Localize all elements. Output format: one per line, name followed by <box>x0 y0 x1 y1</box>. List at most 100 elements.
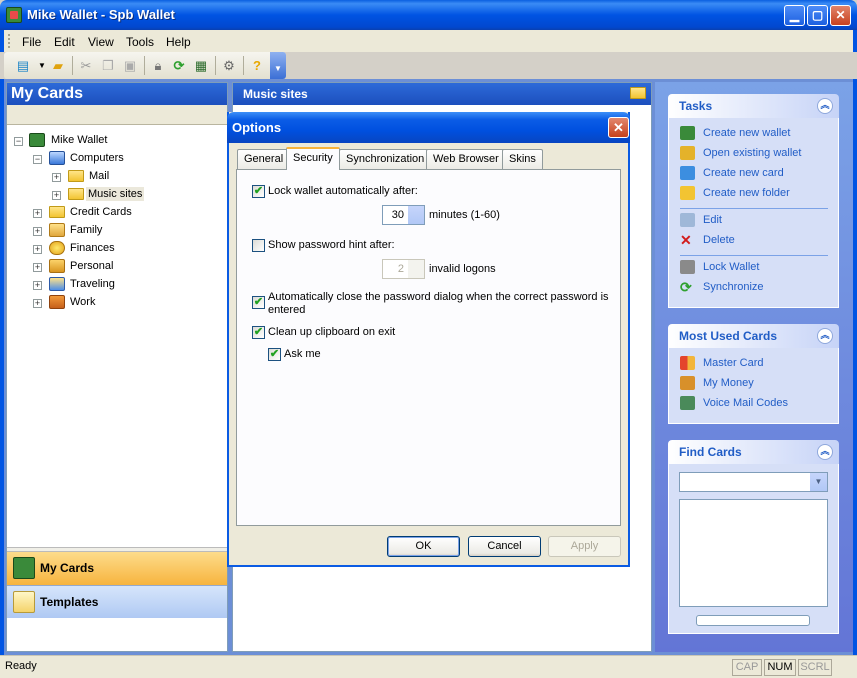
toolbar-separator <box>144 56 145 75</box>
lock-minutes-unit: minutes (1-60) <box>429 209 500 221</box>
menu-help[interactable]: Help <box>166 35 191 49</box>
edit-icon <box>680 213 695 227</box>
task-open-existing-wallet[interactable]: Open existing wallet <box>680 146 801 164</box>
collapse-chevron-icon[interactable]: ︽ <box>817 328 833 344</box>
expand-icon[interactable]: + <box>33 245 42 254</box>
collapse-icon[interactable]: − <box>14 137 23 146</box>
help-icon[interactable]: ? <box>248 57 266 75</box>
expand-icon[interactable]: + <box>33 227 42 236</box>
menu-edit[interactable]: Edit <box>54 35 75 49</box>
tree-item-mike-wallet[interactable]: Mike Wallet <box>49 133 109 147</box>
tab-synchronization[interactable]: Synchronization <box>339 149 432 169</box>
most-used-my-money[interactable]: My Money <box>680 376 754 394</box>
apply-button[interactable]: Apply <box>548 536 621 557</box>
status-text: Ready <box>5 660 37 672</box>
expand-icon[interactable]: + <box>52 173 61 182</box>
tab-security[interactable]: Security <box>286 147 340 170</box>
task-create-new-card[interactable]: Create new card <box>680 166 784 184</box>
find-button[interactable] <box>696 615 810 626</box>
open-folder-icon[interactable]: ▰ <box>49 57 67 75</box>
task-create-new-wallet[interactable]: Create new wallet <box>680 126 790 144</box>
tree-item-traveling[interactable]: Traveling <box>68 277 117 291</box>
expand-icon[interactable]: + <box>52 191 61 200</box>
autoclose-label: Automatically close the password dialog … <box>268 291 609 316</box>
ok-button[interactable]: OK <box>387 536 460 557</box>
find-cards-text-area[interactable] <box>679 499 828 607</box>
lock-auto-checkbox[interactable]: ✔ <box>252 185 265 198</box>
find-cards-header[interactable]: Find Cards ︽ <box>668 440 839 464</box>
nav-templates[interactable]: Templates <box>7 585 227 618</box>
tree-item-family[interactable]: Family <box>68 223 104 237</box>
ask-me-checkbox[interactable]: ✔ <box>268 348 281 361</box>
find-cards-title: Find Cards <box>679 445 742 459</box>
task-create-new-folder[interactable]: Create new folder <box>680 186 790 204</box>
find-cards-box: ▼ <box>668 464 839 634</box>
task-lock-wallet[interactable]: Lock Wallet <box>680 260 759 278</box>
lock-icon[interactable]: 🔒︎ <box>149 57 167 75</box>
spinner-arrows-icon[interactable] <box>407 206 424 224</box>
copy-icon[interactable]: ❐ <box>99 57 117 75</box>
tree-item-mail[interactable]: Mail <box>87 169 111 183</box>
open-folder-icon <box>680 146 695 160</box>
spinner-arrows-icon[interactable] <box>407 260 424 278</box>
wallet-app-icon <box>6 7 22 23</box>
folder-title: Music sites <box>233 83 651 105</box>
new-wallet-icon[interactable]: ▤ <box>14 57 32 75</box>
tree-item-credit-cards[interactable]: Credit Cards <box>68 205 134 219</box>
synchronize-icon[interactable]: ⟳ <box>170 57 188 75</box>
expand-icon[interactable]: + <box>33 263 42 272</box>
lock-minutes-spinner[interactable]: 30 <box>382 205 425 225</box>
lock-auto-label: Lock wallet automatically after: <box>268 185 418 197</box>
tab-web-browser[interactable]: Web Browser <box>426 149 506 169</box>
clipboard-checkbox[interactable]: ✔ <box>252 326 265 339</box>
tree-item-work[interactable]: Work <box>68 295 97 309</box>
task-synchronize[interactable]: ⟳ Synchronize <box>680 280 764 298</box>
expand-icon[interactable]: + <box>33 209 42 218</box>
wallet-icon[interactable]: ▦ <box>192 57 210 75</box>
tree-item-computers[interactable]: Computers <box>68 151 126 165</box>
chevron-down-icon[interactable]: ▼ <box>810 473 827 491</box>
collapse-chevron-icon[interactable]: ︽ <box>817 444 833 460</box>
hint-count-unit: invalid logons <box>429 263 496 275</box>
cut-icon[interactable]: ✂ <box>77 57 95 75</box>
tab-skins[interactable]: Skins <box>502 149 543 169</box>
tree-item-finances[interactable]: Finances <box>68 241 117 255</box>
hint-checkbox[interactable] <box>252 239 265 252</box>
window-title: Mike Wallet - Spb Wallet <box>27 7 175 22</box>
expand-icon[interactable]: + <box>33 281 42 290</box>
most-used-voice-mail-codes[interactable]: Voice Mail Codes <box>680 396 788 414</box>
tree-item-personal[interactable]: Personal <box>68 259 115 273</box>
dialog-close-button[interactable]: ✕ <box>608 117 629 138</box>
task-label: Edit <box>703 213 722 226</box>
nav-my-cards[interactable]: My Cards <box>7 552 227 585</box>
most-used-header[interactable]: Most Used Cards ︽ <box>668 324 839 348</box>
tree-item-music-sites[interactable]: Music sites <box>86 187 145 201</box>
paste-icon[interactable]: ▣ <box>121 57 139 75</box>
most-used-master-card[interactable]: Master Card <box>680 356 764 374</box>
tab-general[interactable]: General <box>237 149 291 169</box>
briefcase-icon <box>49 295 65 309</box>
new-card-icon <box>680 166 695 180</box>
close-button[interactable]: ✕ <box>830 5 851 26</box>
most-used-box: Master Card My Money Voice Mail Codes <box>668 348 839 424</box>
menu-view[interactable]: View <box>88 35 114 49</box>
task-edit[interactable]: Edit <box>680 213 722 231</box>
tasks-header[interactable]: Tasks ︽ <box>668 94 839 118</box>
num-indicator: NUM <box>764 659 796 676</box>
collapse-chevron-icon[interactable]: ︽ <box>817 98 833 114</box>
cancel-button[interactable]: Cancel <box>468 536 541 557</box>
menu-tools[interactable]: Tools <box>126 35 154 49</box>
find-cards-select[interactable]: ▼ <box>679 472 828 492</box>
folder-icon <box>630 87 646 99</box>
expand-icon[interactable]: + <box>33 299 42 308</box>
maximize-button[interactable]: ▢ <box>807 5 828 26</box>
hint-count-spinner[interactable]: 2 <box>382 259 425 279</box>
task-delete[interactable]: ✕ Delete <box>680 233 735 251</box>
panel-subheader <box>7 105 227 125</box>
collapse-icon[interactable]: − <box>33 155 42 164</box>
autoclose-checkbox[interactable]: ✔ <box>252 296 265 309</box>
minimize-button[interactable]: ▁ <box>784 5 805 26</box>
options-icon[interactable]: ⚙ <box>220 57 238 75</box>
toolbar-overflow-chevron-icon[interactable]: ▼ <box>270 52 286 79</box>
menu-file[interactable]: File <box>22 35 41 49</box>
